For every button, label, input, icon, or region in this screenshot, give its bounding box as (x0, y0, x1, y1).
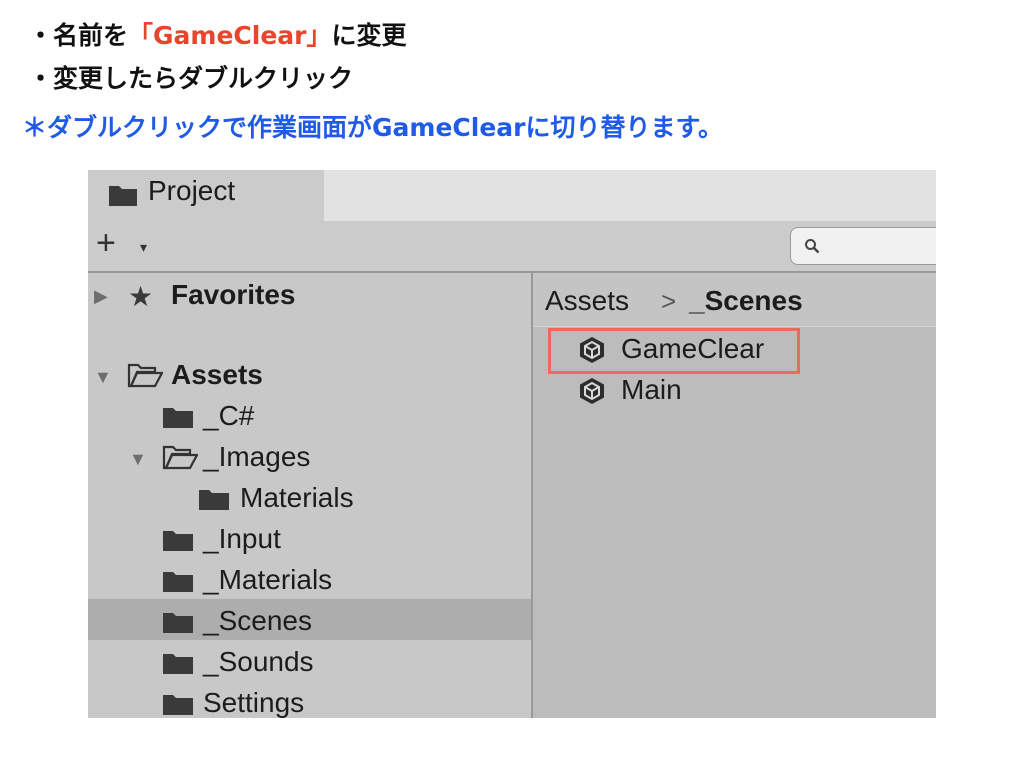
tab-strip (324, 170, 936, 221)
tree-item-materials[interactable]: _Materials (203, 564, 332, 596)
folder-icon (109, 186, 137, 206)
open-folder-icon (162, 445, 198, 470)
tree-item-c-sharp[interactable]: _C# (203, 400, 254, 432)
tab-project[interactable]: Project (88, 170, 324, 221)
tree-item-input[interactable]: _Input (203, 523, 281, 555)
images-expand-arrow[interactable]: ▼ (129, 449, 147, 469)
tree-item-assets[interactable]: Assets (171, 359, 263, 391)
tab-bar: Project (88, 170, 936, 221)
highlight-box (548, 328, 800, 374)
folder-icon (163, 695, 193, 715)
instruction-rename-suffix: に変更 (331, 21, 407, 50)
add-asset-button[interactable]: + (96, 226, 116, 260)
asset-main[interactable]: Main (621, 374, 682, 406)
instruction-rename-highlight: 「GameClear」 (128, 21, 332, 50)
folder-tree: ▶ ★ Favorites ▼ Assets _C# ▼ _Images Mat… (88, 273, 531, 718)
tree-item-sounds[interactable]: _Sounds (203, 646, 314, 678)
tree-item-images-materials[interactable]: Materials (240, 482, 354, 514)
tree-item-settings[interactable]: Settings (203, 687, 304, 718)
instruction-rename-prefix: ・名前を (28, 21, 129, 50)
search-input[interactable] (790, 227, 936, 265)
project-toolbar: + ▾ (88, 221, 936, 273)
folder-icon (163, 613, 193, 633)
chevron-down-icon[interactable]: ▾ (140, 240, 147, 254)
breadcrumb-assets[interactable]: Assets (545, 285, 629, 317)
star-icon: ★ (128, 281, 154, 312)
instruction-double-click: ・変更したらダブルクリック (28, 64, 354, 93)
project-window: Project + ▾ ▶ ★ Favorites ▼ Assets _C# ▼… (88, 170, 936, 718)
search-icon (805, 239, 820, 254)
unity-scene-icon (580, 378, 604, 404)
tree-item-images[interactable]: _Images (203, 441, 310, 473)
assets-expand-arrow[interactable]: ▼ (94, 367, 112, 387)
tree-item-favorites[interactable]: Favorites (171, 279, 296, 311)
folder-icon (163, 572, 193, 592)
instruction-rename: ・名前を「GameClear」に変更 (28, 16, 407, 52)
tab-project-label: Project (148, 175, 236, 206)
tree-item-scenes[interactable]: _Scenes (203, 605, 312, 637)
instruction-note: ＊ダブルクリックで作業画面がGameClearに切り替ります。 (22, 113, 723, 142)
breadcrumb: Assets > _Scenes (533, 273, 936, 327)
breadcrumb-scenes[interactable]: _Scenes (689, 285, 803, 317)
favorites-expand-arrow[interactable]: ▶ (94, 286, 108, 306)
folder-icon (163, 654, 193, 674)
folder-icon (163, 531, 193, 551)
folder-icon (199, 490, 229, 510)
asset-browser: Assets > _Scenes GameClear Main (533, 273, 936, 718)
breadcrumb-separator: > (661, 286, 677, 316)
folder-icon (163, 408, 193, 428)
open-folder-icon (127, 363, 163, 388)
